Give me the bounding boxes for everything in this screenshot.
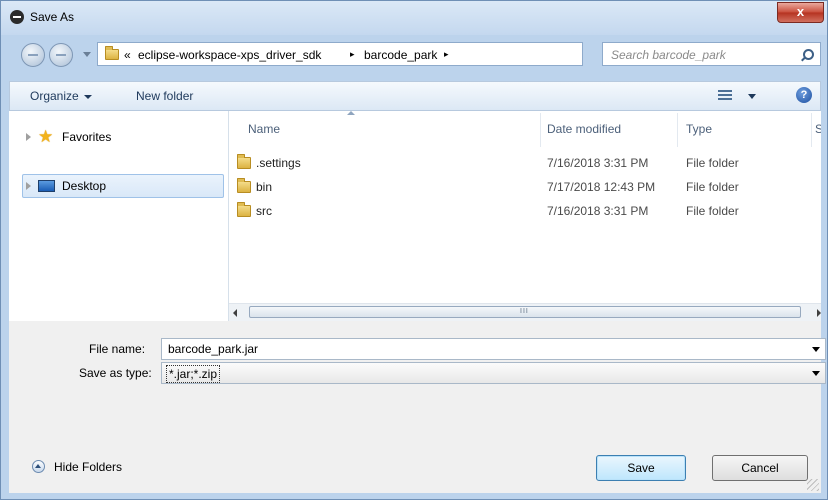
view-options-icon[interactable] — [718, 90, 732, 101]
recent-pages-dropdown[interactable] — [83, 52, 91, 57]
save-form: File name: barcode_park.jar Save as type… — [9, 321, 826, 493]
horizontal-scrollbar[interactable]: III — [229, 303, 821, 321]
new-folder-button[interactable]: New folder — [136, 89, 193, 103]
chevron-down-icon[interactable] — [812, 371, 820, 376]
expand-icon[interactable] — [26, 133, 31, 141]
address-bar[interactable]: « eclipse-workspace-xps_driver_sdk ▸ bar… — [97, 42, 676, 66]
file-date: 7/16/2018 3:31 PM — [547, 156, 649, 170]
organize-button[interactable]: Organize — [30, 89, 92, 103]
app-icon — [10, 10, 24, 24]
nav-item-desktop[interactable]: Desktop — [22, 174, 224, 198]
organize-label: Organize — [30, 89, 79, 103]
breadcrumb-overflow[interactable]: « — [124, 48, 131, 62]
file-date: 7/17/2018 12:43 PM — [547, 180, 656, 194]
chevron-down-icon[interactable] — [812, 347, 820, 352]
breadcrumb-item-workspace[interactable]: eclipse-workspace-xps_driver_sdk — [138, 48, 321, 62]
folder-icon — [237, 178, 251, 193]
nav-item-favorites[interactable]: ★ Favorites — [9, 125, 224, 149]
command-bar: Organize New folder ? — [9, 81, 821, 111]
chevron-up-icon — [32, 460, 45, 473]
file-name: src — [256, 204, 272, 218]
file-type: File folder — [686, 156, 739, 170]
folder-icon — [237, 202, 251, 217]
search-box[interactable]: Search barcode_park — [602, 42, 821, 66]
file-row[interactable]: bin 7/17/2018 12:43 PM File folder — [229, 175, 821, 199]
nav-item-label: Desktop — [62, 179, 107, 193]
file-name-value: barcode_park.jar — [168, 342, 259, 356]
file-name-field[interactable]: barcode_park.jar — [161, 338, 826, 360]
folder-icon — [105, 46, 119, 60]
save-type-value: *.jar;*.zip — [166, 365, 221, 383]
window-title: Save As — [30, 10, 75, 24]
folder-icon — [237, 154, 251, 169]
chevron-down-icon[interactable] — [748, 94, 756, 99]
title-bar[interactable]: Save As x — [1, 1, 827, 35]
breadcrumb-item-barcode-park[interactable]: barcode_park — [364, 48, 437, 62]
search-placeholder: Search barcode_park — [611, 48, 726, 62]
scroll-right-icon[interactable] — [817, 309, 821, 317]
file-date: 7/16/2018 3:31 PM — [547, 204, 649, 218]
save-button[interactable]: Save — [596, 455, 686, 481]
save-type-select[interactable]: *.jar;*.zip — [161, 362, 826, 384]
scrollbar-thumb[interactable]: III — [249, 306, 801, 318]
cancel-button[interactable]: Cancel — [712, 455, 808, 481]
file-name: bin — [256, 180, 273, 194]
star-icon: ★ — [38, 127, 54, 146]
nav-item-label: Favorites — [62, 130, 112, 144]
scroll-left-icon[interactable] — [233, 309, 237, 317]
column-divider[interactable] — [540, 113, 541, 147]
breadcrumb-separator[interactable]: ▸ — [350, 49, 355, 60]
hide-folders-button[interactable]: Hide Folders — [32, 456, 142, 480]
column-divider[interactable] — [677, 113, 678, 147]
file-type: File folder — [686, 204, 739, 218]
save-as-dialog: Save As x « eclipse-workspace-xps_driver… — [0, 0, 828, 500]
column-header-type[interactable]: Type — [686, 122, 712, 136]
navigation-bar: « eclipse-workspace-xps_driver_sdk ▸ bar… — [9, 39, 821, 69]
breadcrumb-separator[interactable]: ▸ — [444, 49, 449, 60]
back-button[interactable] — [21, 43, 45, 67]
file-row[interactable]: .settings 7/16/2018 3:31 PM File folder — [229, 151, 821, 175]
file-name: .settings — [256, 156, 301, 170]
search-icon[interactable] — [803, 49, 814, 60]
save-type-label: Save as type: — [79, 366, 152, 380]
column-divider[interactable] — [811, 113, 812, 147]
file-row[interactable]: src 7/16/2018 3:31 PM File folder — [229, 199, 821, 223]
sort-ascending-icon — [347, 111, 355, 115]
hide-folders-label: Hide Folders — [54, 460, 123, 474]
resize-grip[interactable] — [807, 479, 819, 491]
navigation-pane: ★ Favorites Desktop — [9, 111, 228, 321]
help-icon[interactable]: ? — [796, 87, 812, 103]
scrollbar-grip: III — [520, 308, 529, 315]
column-header-size[interactable]: S — [815, 122, 821, 136]
file-name-label: File name: — [89, 342, 146, 356]
close-button[interactable]: x — [777, 2, 824, 23]
expand-icon[interactable] — [26, 182, 31, 190]
column-header-date-modified[interactable]: Date modified — [547, 122, 621, 136]
chevron-down-icon — [83, 94, 92, 99]
file-list: Name Date modified Type S .settings 7/16… — [229, 111, 821, 321]
desktop-icon — [38, 180, 55, 192]
forward-button[interactable] — [49, 43, 73, 67]
file-type: File folder — [686, 180, 739, 194]
column-header-name[interactable]: Name — [248, 122, 280, 136]
